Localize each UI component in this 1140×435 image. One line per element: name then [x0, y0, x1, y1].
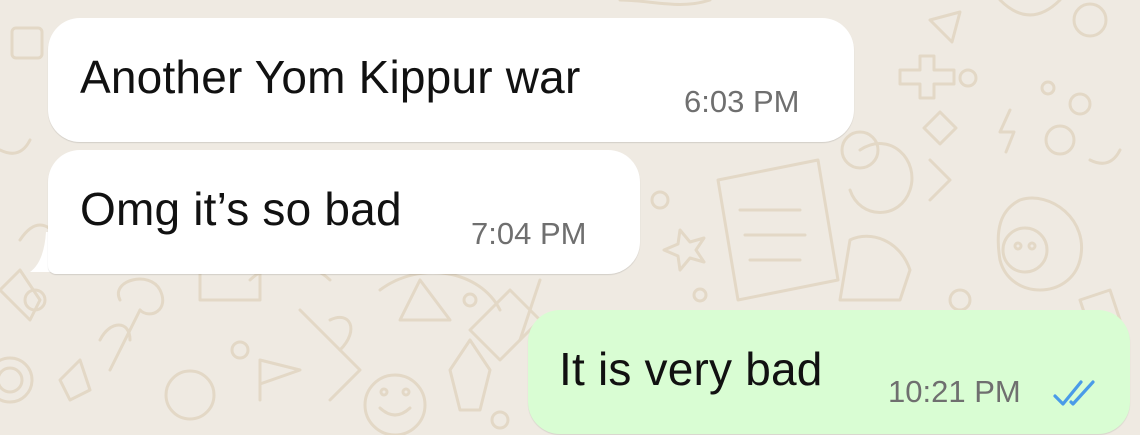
message-text: Omg it’s so bad: [80, 183, 402, 235]
incoming-message-bubble[interactable]: Omg it’s so bad 7:04 PM: [48, 150, 640, 274]
incoming-message-bubble[interactable]: Another Yom Kippur war 6:03 PM: [48, 18, 854, 142]
message-timestamp: 6:03 PM: [684, 84, 800, 119]
message-text: It is very bad: [559, 343, 823, 395]
outgoing-message-bubble[interactable]: It is very bad 10:21 PM: [528, 310, 1130, 434]
message-timestamp: 7:04 PM: [471, 216, 587, 251]
double-check-read-icon: [1053, 380, 1095, 406]
message-text: Another Yom Kippur war: [80, 51, 581, 103]
message-timestamp: 10:21 PM: [888, 374, 1021, 409]
